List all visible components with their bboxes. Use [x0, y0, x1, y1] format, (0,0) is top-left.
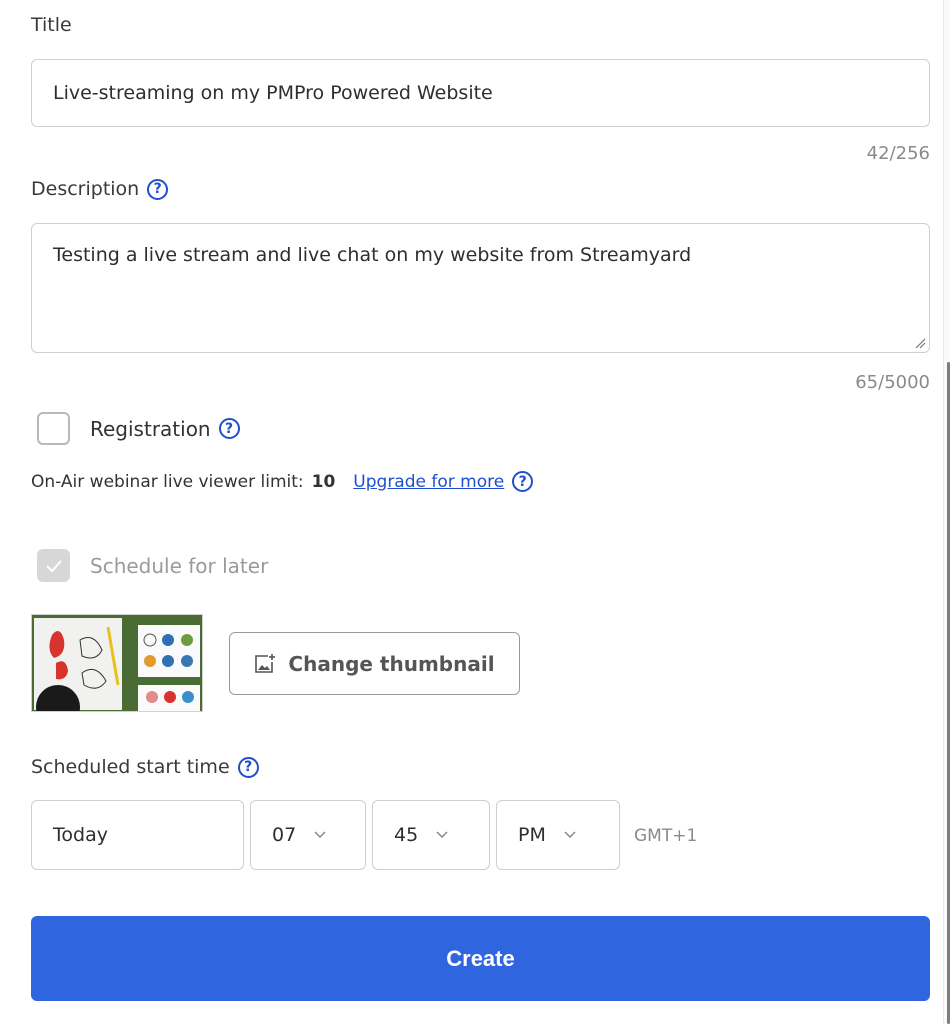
create-button[interactable]: Create — [31, 916, 930, 1001]
scheduled-start-label-text: Scheduled start time — [31, 756, 230, 778]
help-icon[interactable]: ? — [147, 178, 169, 200]
description-char-counter: 65/5000 — [855, 372, 930, 393]
date-value: Today — [53, 824, 108, 846]
checkmark-icon — [45, 559, 62, 572]
viewer-limit-row: On-Air webinar live viewer limit: 10 Upg… — [31, 471, 534, 492]
viewer-limit-value: 10 — [311, 471, 336, 492]
hour-select[interactable]: 07 — [250, 800, 366, 870]
schedule-later-checkbox[interactable] — [37, 549, 70, 582]
schedule-later-label: Schedule for later — [90, 553, 269, 578]
description-value: Testing a live stream and live chat on m… — [53, 244, 692, 266]
ampm-value: PM — [518, 824, 546, 846]
scheduled-start-label: Scheduled start time ? — [31, 756, 259, 778]
hour-value: 07 — [272, 824, 297, 846]
description-textarea[interactable]: Testing a live stream and live chat on m… — [31, 223, 930, 353]
upgrade-link[interactable]: Upgrade for more — [353, 472, 504, 492]
description-label: Description ? — [31, 178, 169, 200]
chevron-down-icon — [314, 831, 326, 839]
schedule-later-row: Schedule for later — [37, 549, 268, 582]
help-icon[interactable]: ? — [237, 756, 259, 778]
title-input[interactable]: Live-streaming on my PMPro Powered Websi… — [31, 59, 930, 127]
ampm-select[interactable]: PM — [496, 800, 620, 870]
add-image-icon — [255, 653, 276, 673]
title-label: Title — [31, 14, 72, 36]
registration-checkbox[interactable] — [37, 412, 70, 445]
registration-label: Registration — [90, 416, 211, 441]
minute-value: 45 — [394, 824, 419, 846]
resize-handle-icon[interactable] — [914, 337, 926, 349]
change-thumbnail-label: Change thumbnail — [288, 651, 495, 676]
thumbnail-illustration-icon — [32, 615, 202, 711]
title-label-text: Title — [31, 14, 72, 36]
title-input-value: Live-streaming on my PMPro Powered Websi… — [53, 82, 493, 104]
help-icon[interactable]: ? — [512, 471, 534, 492]
minute-select[interactable]: 45 — [372, 800, 490, 870]
description-label-text: Description — [31, 178, 140, 200]
timezone-label: GMT+1 — [634, 826, 698, 846]
title-char-counter: 42/256 — [866, 143, 930, 164]
date-select[interactable]: Today — [31, 800, 244, 870]
chevron-down-icon — [564, 831, 576, 839]
registration-row: Registration ? — [37, 412, 240, 445]
chevron-down-icon — [436, 831, 448, 839]
help-icon[interactable]: ? — [218, 418, 240, 439]
viewer-limit-text: On-Air webinar live viewer limit: — [31, 471, 304, 492]
thumbnail-image — [31, 614, 203, 712]
change-thumbnail-button[interactable]: Change thumbnail — [229, 632, 520, 695]
